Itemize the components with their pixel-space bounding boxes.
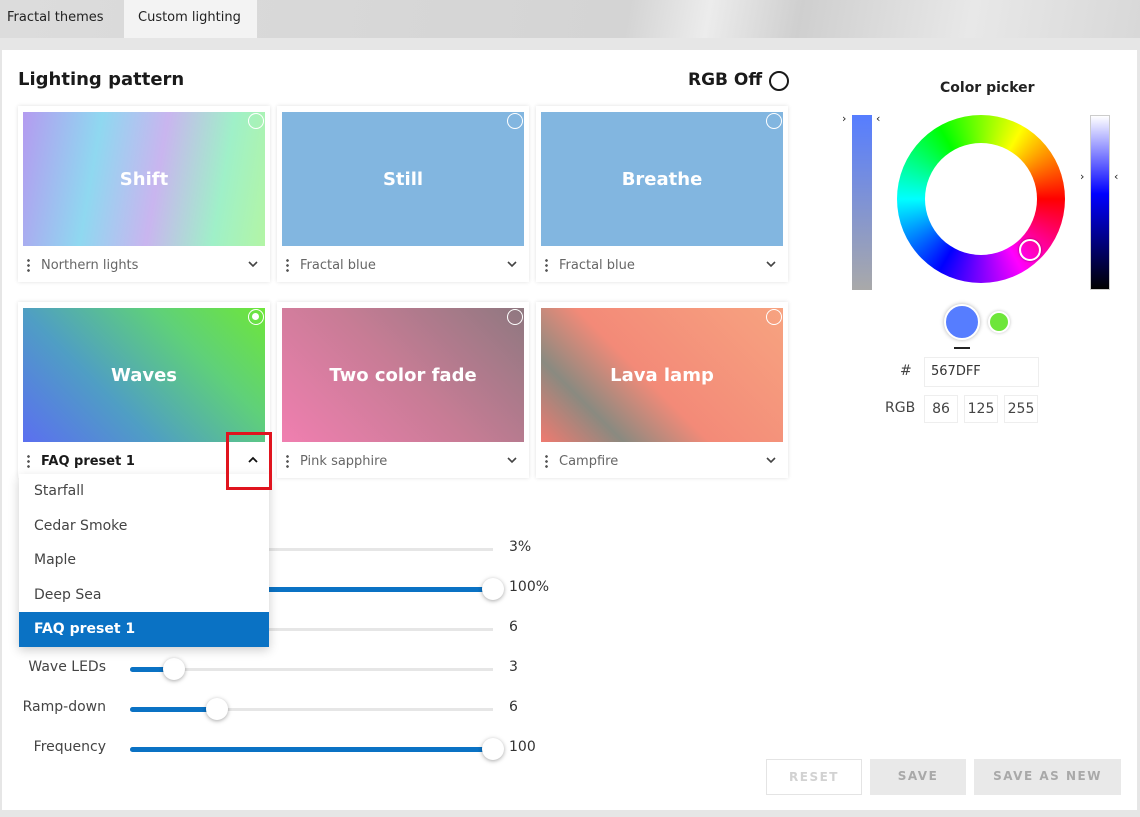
dropdown-item[interactable]: Maple [19,543,269,578]
brightness-bar[interactable] [1090,115,1110,290]
preset-name: Pink sapphire [300,454,388,469]
save-as-new-button[interactable]: SAVE AS NEW [974,759,1121,795]
slider-thumb[interactable] [206,698,229,720]
preset-dropdown-menu: Starfall Cedar Smoke Maple Deep Sea FAQ … [19,474,269,647]
slider-track[interactable] [130,738,504,760]
highlight-box [226,432,272,490]
slider-value: 100 [509,739,536,755]
color-swatch-primary[interactable] [944,304,980,340]
pattern-card-breathe[interactable]: Breathe Fractal blue [536,106,788,282]
chevron-down-icon[interactable] [248,259,258,269]
slider-ramp-down: Ramp-down 6 [0,697,560,721]
preset-name: Fractal blue [559,258,635,273]
pattern-name: Waves [110,364,177,386]
pattern-card-lava-lamp[interactable]: Lava lamp Campfire [536,302,788,478]
slider-marker-left-icon: ‹ [1114,170,1119,183]
dropdown-item[interactable]: Deep Sea [19,578,269,613]
pattern-preview[interactable]: Waves [23,308,265,442]
pattern-preview[interactable]: Shift [23,112,265,246]
preset-name: Campfire [559,454,619,469]
save-button[interactable]: SAVE [870,759,966,795]
pattern-radio[interactable] [507,309,523,325]
pattern-name: Two color fade [329,364,477,386]
slider-value: 6 [509,619,518,635]
slider-label: Ramp-down [22,699,106,715]
pattern-name: Still [382,168,424,190]
tab-bar: Fractal themes Custom lighting [0,0,1140,38]
slider-marker-left-icon: ‹ [876,112,881,125]
preset-selector[interactable]: Northern lights [18,252,270,280]
pattern-name: Shift [119,168,169,190]
rgb-label: RGB [885,400,916,416]
green-input[interactable]: 125 [964,395,998,423]
slider-value: 100% [509,579,550,595]
rgb-off-radio[interactable] [769,71,789,91]
slider-label: Frequency [33,739,106,755]
slider-value: 3% [509,539,532,555]
reset-button[interactable]: RESET [766,759,862,795]
slider-frequency: Frequency 100 [0,737,560,761]
pattern-card-shift[interactable]: Shift Northern lights [18,106,270,282]
hex-input[interactable]: 567DFF [924,357,1039,387]
chevron-down-icon[interactable] [766,455,776,465]
slider-wave-leds: Wave LEDs 3 [0,657,560,681]
preset-selector[interactable]: Fractal blue [277,252,529,280]
pattern-radio[interactable] [507,113,523,129]
pattern-radio[interactable] [248,113,264,129]
saturation-bar[interactable] [852,115,872,290]
pattern-preview[interactable]: Still [282,112,524,246]
blue-input[interactable]: 255 [1004,395,1038,423]
more-dots-icon[interactable] [286,258,289,272]
more-dots-icon[interactable] [545,258,548,272]
swatch-selected-indicator [954,347,970,349]
rgb-off-label[interactable]: RGB Off [688,70,762,90]
slider-thumb[interactable] [482,578,504,600]
dropdown-item-selected[interactable]: FAQ preset 1 [19,612,269,647]
pattern-radio-selected[interactable] [248,309,264,325]
preset-selector[interactable]: Fractal blue [536,252,788,280]
pattern-preview[interactable]: Two color fade [282,308,524,442]
slider-value: 6 [509,699,518,715]
tab-custom-lighting[interactable]: Custom lighting [124,0,257,38]
chevron-down-icon[interactable] [507,455,517,465]
slider-marker-right-icon: › [842,112,847,125]
hue-ring-center [925,143,1037,255]
pattern-preview[interactable]: Breathe [541,112,783,246]
more-dots-icon[interactable] [286,454,289,468]
color-swatch-secondary[interactable] [988,311,1010,333]
chevron-down-icon[interactable] [766,259,776,269]
color-picker-title: Color picker [940,80,1035,96]
dropdown-item[interactable]: Cedar Smoke [19,509,269,544]
pattern-card-still[interactable]: Still Fractal blue [277,106,529,282]
more-dots-icon[interactable] [27,258,30,272]
slider-thumb[interactable] [162,658,185,680]
hue-ring-handle[interactable] [1019,239,1041,261]
preset-name: FAQ preset 1 [41,454,135,469]
pattern-radio[interactable] [766,309,782,325]
slider-thumb[interactable] [482,738,504,760]
slider-track[interactable] [130,658,493,680]
hex-label: # [900,363,912,379]
slider-marker-right-icon: › [1080,170,1085,183]
red-input[interactable]: 86 [924,395,958,423]
slider-fill [130,707,218,712]
pattern-radio[interactable] [766,113,782,129]
lighting-pattern-title: Lighting pattern [18,69,185,90]
slider-label: Wave LEDs [28,659,106,675]
slider-value: 3 [509,659,518,675]
pattern-name: Lava lamp [610,364,714,386]
more-dots-icon[interactable] [27,454,30,468]
preset-selector[interactable]: Pink sapphire [277,448,529,476]
preset-name: Fractal blue [300,258,376,273]
pattern-name: Breathe [621,168,703,190]
tab-fractal-themes[interactable]: Fractal themes [0,0,114,38]
preset-name: Northern lights [41,258,139,273]
more-dots-icon[interactable] [545,454,548,468]
pattern-preview[interactable]: Lava lamp [541,308,783,442]
preset-selector[interactable]: Campfire [536,448,788,476]
slider-fill [130,747,493,752]
pattern-card-two-color-fade[interactable]: Two color fade Pink sapphire [277,302,529,478]
chevron-down-icon[interactable] [507,259,517,269]
slider-track[interactable] [130,698,493,720]
